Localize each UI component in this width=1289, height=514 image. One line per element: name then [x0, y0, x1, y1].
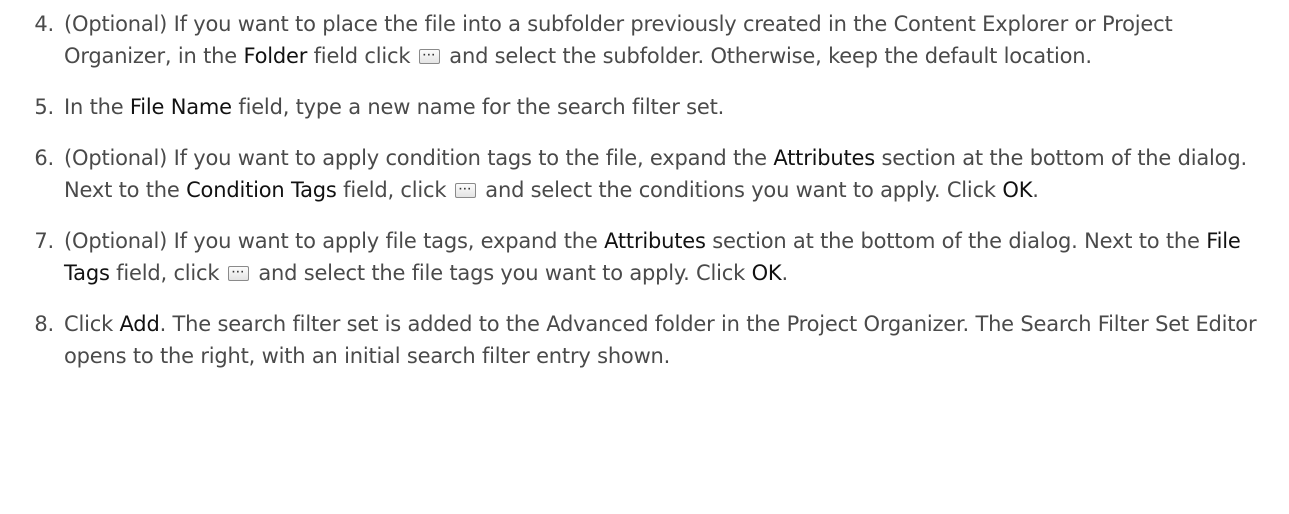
step-7: 7. (Optional) If you want to apply file … [0, 225, 1289, 289]
step-5: 5. In the File Name field, type a new na… [0, 91, 1289, 123]
ui-label-add: Add [119, 312, 160, 336]
procedure-steps: 4. (Optional) If you want to place the f… [0, 0, 1289, 372]
step-text-part: Click [64, 312, 120, 336]
step-text: (Optional) If you want to apply conditio… [64, 142, 1289, 206]
step-text-part: . The search filter set is added to the … [64, 312, 1257, 368]
ui-label-folder: Folder [243, 44, 308, 68]
ui-label-ok: OK [751, 261, 782, 285]
step-text: Click Add. The search filter set is adde… [64, 308, 1289, 372]
step-text-part: (Optional) If you want to apply file tag… [64, 229, 605, 253]
step-text: (Optional) If you want to place the file… [64, 8, 1289, 72]
step-text-part: section at the bottom of the dialog. Nex… [705, 229, 1207, 253]
step-text-part: field, type a new name for the search fi… [231, 95, 725, 119]
step-text-part: field, click [336, 178, 447, 202]
step-number: 4. [34, 12, 54, 36]
browse-ellipsis-icon: ··· [454, 183, 476, 198]
browse-ellipsis-icon: ··· [227, 266, 249, 281]
step-text-part: field click [307, 44, 411, 68]
step-text-part: and select the file tags you want to app… [251, 261, 752, 285]
step-number: 7. [34, 229, 54, 253]
ui-label-file-name: File Name [129, 95, 232, 119]
step-number: 8. [34, 312, 54, 336]
step-text-part: and select the conditions you want to ap… [478, 178, 1003, 202]
step-text-part: . [781, 261, 788, 285]
browse-ellipsis-icon: ··· [418, 49, 440, 64]
step-text-part: (Optional) If you want to apply conditio… [64, 146, 774, 170]
ui-label-attributes: Attributes [773, 146, 876, 170]
step-8: 8. Click Add. The search filter set is a… [0, 308, 1289, 372]
step-text: (Optional) If you want to apply file tag… [64, 225, 1289, 289]
step-text-part: . [1032, 178, 1039, 202]
step-4: 4. (Optional) If you want to place the f… [0, 8, 1289, 72]
step-number: 5. [34, 95, 54, 119]
ui-label-condition-tags: Condition Tags [186, 178, 337, 202]
step-text-part: field, click [109, 261, 220, 285]
step-text-part: In the [64, 95, 130, 119]
step-text-part: and select the subfolder. Otherwise, kee… [442, 44, 1092, 68]
step-text: In the File Name field, type a new name … [64, 91, 1289, 123]
step-6: 6. (Optional) If you want to apply condi… [0, 142, 1289, 206]
step-number: 6. [34, 146, 54, 170]
ui-label-ok: OK [1002, 178, 1033, 202]
ui-label-attributes: Attributes [604, 229, 706, 253]
